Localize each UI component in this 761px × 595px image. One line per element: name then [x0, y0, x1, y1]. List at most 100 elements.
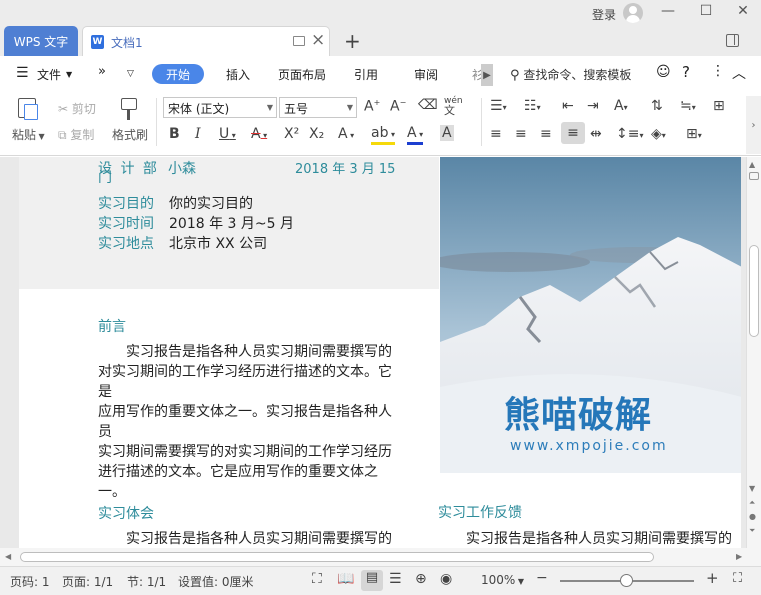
toolbar-divider	[481, 98, 482, 146]
distributed-align-icon[interactable]: ⇹	[590, 126, 602, 142]
bullet-list-icon[interactable]: ☰▾	[490, 98, 507, 114]
page-up-icon[interactable]	[749, 172, 759, 180]
font-name-select[interactable]: 宋体 (正文) ▼	[163, 97, 277, 118]
cut-button[interactable]: ✂ 剪切	[58, 100, 96, 117]
menu-file[interactable]: 文件	[37, 66, 61, 83]
read-mode-icon[interactable]: 📖	[337, 571, 354, 587]
tab-start[interactable]: 开始	[152, 64, 204, 84]
highlight-button[interactable]: ab ▾	[371, 126, 396, 145]
close-window-icon[interactable]: ✕	[730, 3, 756, 19]
help-icon[interactable]: ?	[682, 63, 690, 81]
format-painter-icon[interactable]	[118, 98, 140, 122]
scroll-up-icon[interactable]: ▲	[749, 160, 755, 169]
sidebar-toggle-icon[interactable]	[726, 34, 739, 47]
font-size-value: 五号	[284, 102, 309, 116]
strikethrough-button[interactable]: A ▾	[251, 126, 267, 142]
pages-status[interactable]: 页面: 1/1	[62, 573, 113, 590]
copy-icon: ⧉	[58, 128, 71, 142]
prev-page-icon[interactable]: ⏶	[749, 498, 755, 508]
shading-icon[interactable]: ◈▾	[651, 126, 666, 142]
underline-button[interactable]: U ▾	[219, 126, 236, 142]
clear-format-icon[interactable]: ⌫	[418, 97, 438, 113]
font-size-select[interactable]: 五号 ▼	[279, 97, 357, 118]
text-direction-icon[interactable]: A▾	[614, 98, 628, 114]
borders-icon[interactable]: ⊞▾	[686, 126, 702, 142]
app-tab-wps[interactable]: WPS 文字	[4, 26, 78, 56]
font-color-button[interactable]: A ▾	[407, 126, 424, 145]
next-page-icon[interactable]: ⏷	[749, 526, 755, 536]
fit-window-icon[interactable]: ⛶	[733, 571, 742, 586]
paste-button[interactable]: 粘贴 ▼	[12, 126, 45, 143]
section-status[interactable]: 节: 1/1	[127, 573, 166, 590]
preface-line: 应用写作的重要文体之一。实习报告是指各种人员	[98, 404, 392, 440]
select-browse-icon[interactable]: ●	[749, 512, 756, 521]
tab-references[interactable]: 引用	[354, 66, 378, 83]
zoom-slider-knob[interactable]	[620, 574, 633, 587]
more-options-icon[interactable]: ⋮	[711, 63, 725, 79]
horizontal-scroll-thumb[interactable]	[20, 552, 654, 562]
page-view-icon[interactable]: ▤	[361, 570, 383, 591]
zoom-in-icon[interactable]: +	[706, 569, 719, 587]
line-spacing-menu-icon[interactable]: ≒▾	[680, 98, 696, 114]
format-painter-button[interactable]: 格式刷	[112, 126, 148, 143]
document-tab[interactable]: W 文档1 ×	[82, 26, 330, 56]
fullscreen-icon[interactable]: ⛶	[312, 571, 322, 587]
setting-status[interactable]: 设置值: 0厘米	[178, 573, 254, 590]
maximize-icon[interactable]: ☐	[693, 3, 719, 19]
align-center-icon[interactable]: ≡	[515, 126, 527, 142]
line-spacing-icon[interactable]: ↕≡▾	[616, 126, 643, 142]
align-right-icon[interactable]: ≡	[540, 126, 552, 142]
scroll-left-icon[interactable]: ◀	[5, 552, 11, 561]
collapse-ribbon-icon[interactable]: ︿	[732, 63, 746, 83]
justify-icon[interactable]: ≡	[561, 122, 585, 144]
char-shading-button[interactable]: A	[440, 125, 454, 141]
login-link[interactable]: 登录	[592, 6, 616, 23]
subscript-button[interactable]: X₂	[309, 126, 324, 142]
outline-view-icon[interactable]: ☰	[389, 571, 402, 587]
copy-button[interactable]: ⧉ 复制	[58, 126, 94, 143]
eye-protection-icon[interactable]: ◉	[440, 571, 452, 587]
watermark-url: www.xmpojie.com	[510, 438, 668, 454]
dept-label-suffix: 门	[98, 170, 112, 186]
numbered-list-icon[interactable]: ☷▾	[524, 98, 541, 114]
increase-font-icon[interactable]: A+	[364, 98, 380, 115]
command-search[interactable]: ⚲ 查找命令、搜索模板	[510, 66, 631, 83]
increase-indent-icon[interactable]: ⇥	[587, 98, 599, 114]
close-tab-icon[interactable]: ×	[311, 30, 325, 50]
decrease-font-icon[interactable]: A−	[390, 98, 406, 115]
scroll-down-icon[interactable]: ▼	[749, 484, 755, 493]
file-dropdown-icon[interactable]: ▼	[66, 70, 72, 79]
tab-review[interactable]: 审阅	[414, 66, 438, 83]
zoom-level[interactable]: 100% ▼	[481, 573, 524, 587]
feedback-icon[interactable]: ☺	[656, 64, 671, 80]
decrease-indent-icon[interactable]: ⇤	[562, 98, 574, 114]
pinyin-guide-icon[interactable]: wén 文	[444, 96, 463, 116]
table-border-icon[interactable]: ⊞	[713, 98, 725, 114]
bold-button[interactable]: B	[169, 126, 180, 142]
page-number-status[interactable]: 页码: 1	[10, 573, 50, 590]
avatar[interactable]	[623, 3, 643, 23]
toolbar-divider	[156, 98, 157, 146]
minimize-icon[interactable]: —	[655, 3, 681, 19]
more-icon[interactable]: »	[98, 64, 106, 79]
menu-scroll-right-icon[interactable]: ▶	[481, 64, 493, 86]
zoom-out-icon[interactable]: −	[536, 570, 548, 586]
toolbar-scroll-right-icon[interactable]: ›	[746, 96, 761, 154]
sort-icon[interactable]: ⇅	[651, 98, 663, 114]
vertical-scroll-thumb[interactable]	[749, 245, 759, 337]
superscript-button[interactable]: X²	[284, 126, 299, 142]
web-view-icon[interactable]: ⊕	[415, 571, 427, 587]
scroll-right-icon[interactable]: ▶	[736, 552, 742, 561]
document-page[interactable]: 设 计 部 门 小森 2018 年 3 月 15 实习目的 你的实习目的 实习时…	[19, 157, 741, 548]
italic-button[interactable]: I	[195, 126, 201, 142]
text-effect-button[interactable]: A ▾	[338, 126, 354, 142]
tab-insert[interactable]: 插入	[226, 66, 250, 83]
tab-page-layout[interactable]: 页面布局	[278, 66, 326, 83]
float-window-icon[interactable]	[293, 36, 305, 46]
paste-icon[interactable]	[14, 96, 40, 122]
align-left-icon[interactable]: ≡	[490, 126, 502, 142]
new-tab-button[interactable]: +	[344, 29, 361, 53]
ribbon-toolbar	[0, 92, 761, 156]
hamburger-menu-icon[interactable]: ☰	[16, 65, 29, 81]
quick-access-dropdown-icon[interactable]: ▽	[127, 69, 134, 79]
